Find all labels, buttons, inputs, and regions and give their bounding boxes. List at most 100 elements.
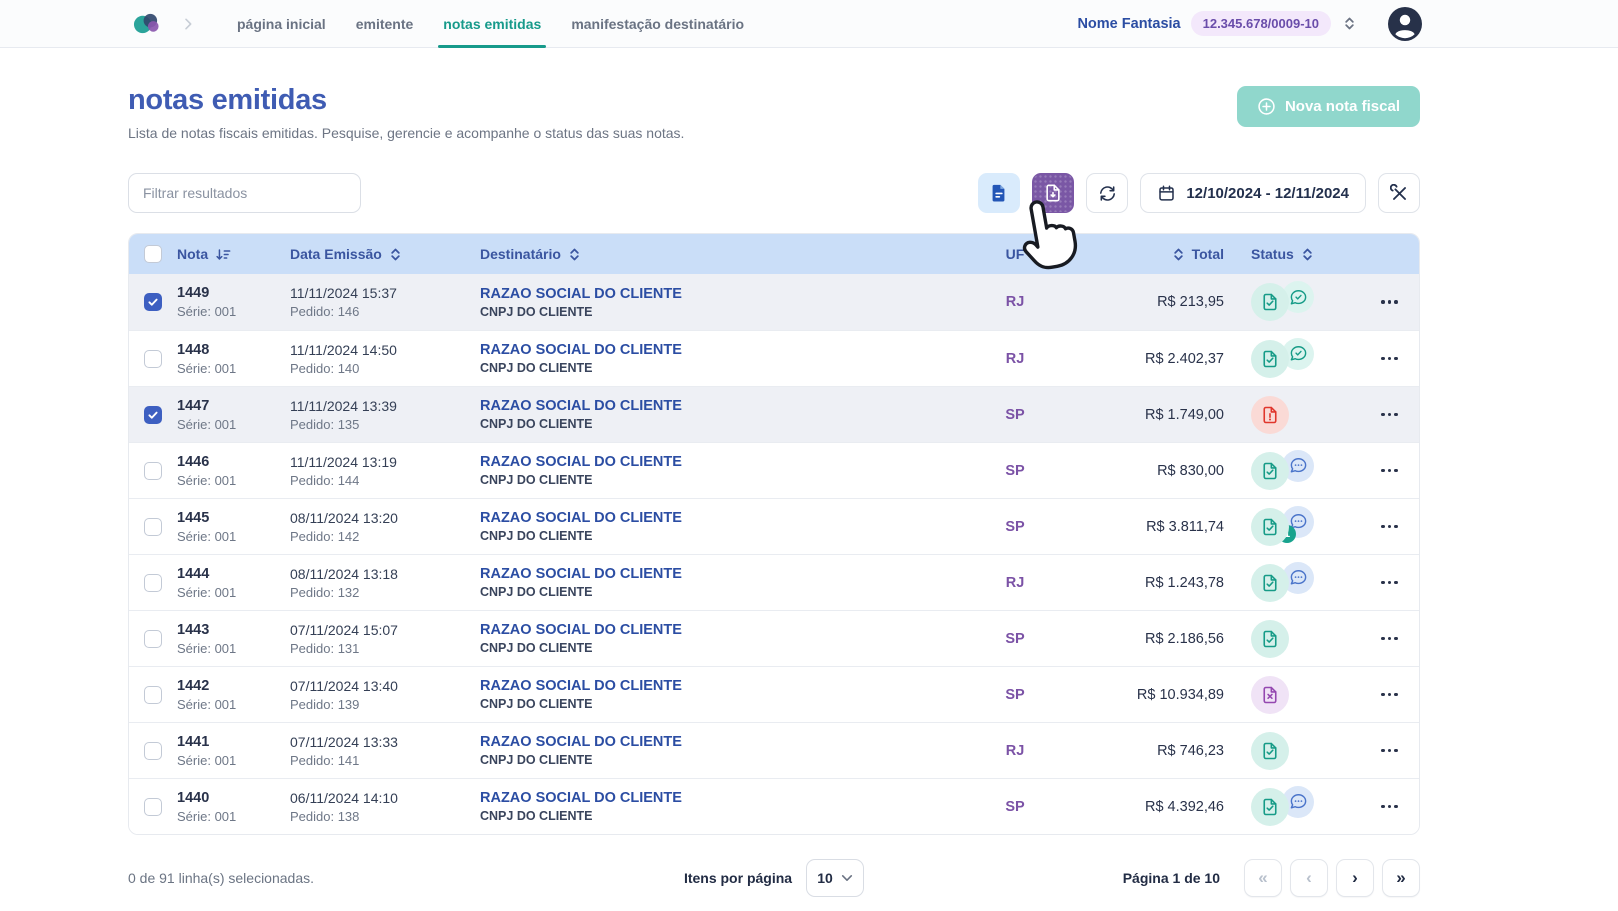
table-body: 1449 Série: 001 11/11/2024 15:37 Pedido:… — [129, 274, 1419, 834]
row-checkbox[interactable] — [144, 574, 162, 592]
nav-manifestacao-destinatario[interactable]: manifestação destinatário — [556, 0, 759, 47]
recipient-cnpj: CNPJ DO CLIENTE — [480, 809, 940, 823]
recipient-name-link[interactable]: RAZAO SOCIAL DO CLIENTE — [480, 342, 940, 358]
invoice-number: 1443 — [177, 622, 290, 638]
page-subtitle: Lista de notas fiscais emitidas. Pesquis… — [128, 125, 684, 141]
table-row: 1443 Série: 001 07/11/2024 15:07 Pedido:… — [129, 610, 1419, 666]
status-document-authorized-icon[interactable] — [1251, 508, 1289, 546]
first-page-button[interactable]: « — [1244, 859, 1282, 897]
column-header-data-emissao[interactable]: Data Emissão — [290, 246, 480, 262]
row-checkbox[interactable] — [144, 462, 162, 480]
recipient-name-link[interactable]: RAZAO SOCIAL DO CLIENTE — [480, 510, 940, 526]
page-title: notas emitidas — [128, 84, 684, 117]
filter-input[interactable] — [128, 173, 361, 213]
user-avatar[interactable] — [1388, 7, 1422, 41]
status-document-cancelled-icon[interactable] — [1251, 676, 1289, 714]
date-range-button[interactable]: 12/10/2024 - 12/11/2024 — [1140, 173, 1366, 213]
recipient-name-link[interactable]: RAZAO SOCIAL DO CLIENTE — [480, 734, 940, 750]
row-checkbox[interactable] — [144, 350, 162, 368]
row-menu-button[interactable] — [1375, 351, 1404, 367]
row-menu-button[interactable] — [1375, 294, 1404, 310]
invoice-series: Série: 001 — [177, 417, 290, 432]
row-checkbox[interactable] — [144, 798, 162, 816]
status-document-authorized-icon[interactable] — [1251, 283, 1289, 321]
table-row: 1441 Série: 001 07/11/2024 13:33 Pedido:… — [129, 722, 1419, 778]
page-indicator-text: Página 1 de 10 — [1123, 870, 1220, 886]
row-menu-button[interactable] — [1375, 575, 1404, 591]
total-value: R$ 830,00 — [1090, 463, 1230, 479]
row-checkbox[interactable] — [144, 406, 162, 424]
chevron-up-down-icon — [568, 247, 581, 262]
row-checkbox[interactable] — [144, 630, 162, 648]
recipient-name-link[interactable]: RAZAO SOCIAL DO CLIENTE — [480, 622, 940, 638]
column-header-total[interactable]: Total — [1090, 246, 1230, 262]
row-menu-button[interactable] — [1375, 463, 1404, 479]
total-value: R$ 213,95 — [1090, 294, 1230, 310]
status-document-error-icon[interactable] — [1251, 396, 1289, 434]
last-page-button[interactable]: » — [1382, 859, 1420, 897]
items-per-page-select[interactable]: 10 — [806, 859, 864, 897]
total-value: R$ 2.186,56 — [1090, 631, 1230, 647]
uf-value: SP — [940, 631, 1090, 647]
status-document-authorized-icon[interactable] — [1251, 732, 1289, 770]
column-header-destinatario[interactable]: Destinatário — [480, 246, 940, 262]
invoice-series: Série: 001 — [177, 473, 290, 488]
status-document-authorized-icon[interactable] — [1251, 452, 1289, 490]
row-checkbox[interactable] — [144, 742, 162, 760]
plus-circle-icon — [1257, 97, 1276, 116]
row-menu-button[interactable] — [1375, 407, 1404, 423]
status-document-authorized-icon[interactable] — [1251, 564, 1289, 602]
row-menu-button[interactable] — [1375, 519, 1404, 535]
table-row: 1449 Série: 001 11/11/2024 15:37 Pedido:… — [129, 274, 1419, 330]
row-menu-button[interactable] — [1375, 631, 1404, 647]
recipient-name-link[interactable]: RAZAO SOCIAL DO CLIENTE — [480, 566, 940, 582]
status-document-authorized-icon[interactable] — [1251, 340, 1289, 378]
order-number: Pedido: 140 — [290, 361, 480, 376]
new-invoice-button[interactable]: Nova nota fiscal — [1237, 86, 1420, 127]
row-checkbox[interactable] — [144, 293, 162, 311]
uf-value: SP — [940, 407, 1090, 423]
row-menu-button[interactable] — [1375, 743, 1404, 759]
table-row: 1448 Série: 001 11/11/2024 14:50 Pedido:… — [129, 330, 1419, 386]
column-header-nota[interactable]: Nota — [177, 246, 290, 262]
recipient-cnpj: CNPJ DO CLIENTE — [480, 585, 940, 599]
recipient-name-link[interactable]: RAZAO SOCIAL DO CLIENTE — [480, 398, 940, 414]
column-header-uf[interactable]: UF — [940, 246, 1090, 262]
next-page-button[interactable]: › — [1336, 859, 1374, 897]
column-header-status[interactable]: Status — [1230, 246, 1360, 262]
items-per-page-label: Itens por página — [684, 870, 792, 886]
recipient-cnpj: CNPJ DO CLIENTE — [480, 753, 940, 767]
refresh-button[interactable] — [1086, 173, 1128, 213]
advanced-tools-button[interactable] — [1378, 173, 1420, 213]
emission-date: 11/11/2024 13:39 — [290, 398, 480, 414]
invoice-number: 1444 — [177, 566, 290, 582]
recipient-name-link[interactable]: RAZAO SOCIAL DO CLIENTE — [480, 286, 940, 302]
nav-notas-emitidas[interactable]: notas emitidas — [428, 0, 556, 47]
order-number: Pedido: 131 — [290, 641, 480, 656]
company-switcher-chevron-icon[interactable] — [1343, 16, 1356, 31]
download-xml-button[interactable] — [1032, 173, 1074, 213]
invoice-series: Série: 001 — [177, 361, 290, 376]
row-menu-button[interactable] — [1375, 687, 1404, 703]
total-value: R$ 10.934,89 — [1090, 687, 1230, 703]
nav-emitente[interactable]: emitente — [341, 0, 429, 47]
app-logo-icon[interactable] — [131, 10, 162, 37]
chevron-up-down-icon — [1301, 247, 1314, 262]
previous-page-button[interactable]: ‹ — [1290, 859, 1328, 897]
emission-date: 06/11/2024 14:10 — [290, 790, 480, 806]
row-checkbox[interactable] — [144, 686, 162, 704]
select-all-checkbox[interactable] — [144, 245, 162, 263]
row-checkbox[interactable] — [144, 518, 162, 536]
total-value: R$ 4.392,46 — [1090, 799, 1230, 815]
order-number: Pedido: 146 — [290, 304, 480, 319]
recipient-name-link[interactable]: RAZAO SOCIAL DO CLIENTE — [480, 790, 940, 806]
export-list-button[interactable] — [978, 173, 1020, 213]
status-document-authorized-icon[interactable] — [1251, 788, 1289, 826]
invoice-number: 1446 — [177, 454, 290, 470]
row-menu-button[interactable] — [1375, 799, 1404, 815]
status-document-authorized-icon[interactable] — [1251, 620, 1289, 658]
nav-pagina-inicial[interactable]: página inicial — [222, 0, 341, 47]
recipient-name-link[interactable]: RAZAO SOCIAL DO CLIENTE — [480, 678, 940, 694]
recipient-name-link[interactable]: RAZAO SOCIAL DO CLIENTE — [480, 454, 940, 470]
file-download-icon — [1043, 183, 1063, 203]
